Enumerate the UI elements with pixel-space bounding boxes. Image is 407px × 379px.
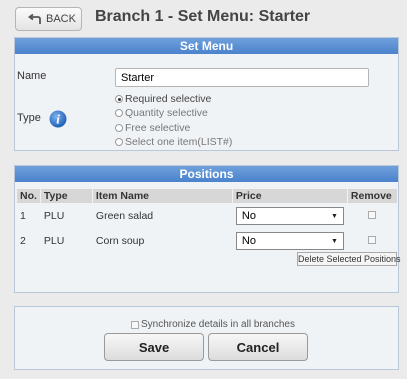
col-price: Price (232, 189, 347, 203)
name-label: Name (17, 70, 47, 82)
positions-table: No. Type Item Name Price Remove 1 PLU Gr… (16, 188, 398, 254)
remove-cell (348, 229, 397, 253)
row-type: PLU (43, 235, 65, 247)
type-option-free[interactable]: Free selective (115, 122, 190, 134)
col-type: Type (40, 189, 92, 203)
name-input[interactable] (115, 68, 369, 87)
radio-quantity[interactable] (115, 109, 123, 117)
radio-free[interactable] (115, 124, 123, 132)
dropdown-arrow-icon: ▼ (330, 237, 338, 245)
top-bar: BACK Branch 1 - Set Menu: Starter (0, 0, 407, 36)
price-cell: No ▼ (233, 229, 347, 253)
sync-checkbox[interactable] (131, 320, 139, 329)
info-icon[interactable]: i (49, 110, 67, 128)
cancel-button[interactable]: Cancel (208, 333, 308, 361)
row-item-name: Green salad (95, 210, 154, 222)
price-cell: No ▼ (233, 204, 347, 228)
back-button[interactable]: BACK (15, 7, 82, 31)
type-option-required[interactable]: Required selective (115, 93, 211, 105)
footer-panel: Synchronize details in all branches Save… (14, 306, 399, 370)
type-option-label: Quantity selective (125, 107, 208, 119)
remove-checkbox[interactable] (368, 211, 377, 219)
radio-list[interactable] (115, 138, 123, 146)
row-no: 2 (20, 235, 26, 247)
price-select-value: No (241, 210, 256, 222)
set-menu-panel: Set Menu Name Type i Required selective … (14, 37, 399, 151)
back-button-label: BACK (46, 13, 76, 25)
save-button[interactable]: Save (104, 333, 204, 361)
table-row: 2 PLU Corn soup No ▼ (17, 229, 397, 253)
svg-text:i: i (56, 112, 60, 127)
col-item-name: Item Name (92, 189, 232, 203)
price-select[interactable]: No ▼ (235, 207, 344, 225)
radio-required[interactable] (115, 95, 123, 103)
table-header-row: No. Type Item Name Price Remove (17, 189, 397, 203)
delete-selected-positions-button[interactable]: Delete Selected Positions (297, 252, 401, 266)
row-type: PLU (43, 210, 65, 222)
type-option-list[interactable]: Select one item(LIST#) (115, 136, 232, 148)
remove-checkbox[interactable] (368, 236, 377, 244)
price-select-value: No (241, 235, 256, 247)
page-title: Branch 1 - Set Menu: Starter (95, 8, 311, 25)
table-row: 1 PLU Green salad No ▼ (17, 204, 397, 228)
type-option-label: Free selective (125, 122, 191, 134)
sync-row[interactable]: Synchronize details in all branches (131, 319, 295, 330)
col-remove: Remove (347, 189, 397, 203)
type-label: Type (17, 112, 41, 124)
type-option-quantity[interactable]: Quantity selective (115, 107, 208, 119)
remove-cell (348, 204, 397, 228)
positions-header: Positions (15, 166, 398, 182)
col-no: No. (17, 189, 40, 203)
set-menu-header: Set Menu (15, 38, 398, 54)
row-item-name: Corn soup (95, 235, 145, 247)
dropdown-arrow-icon: ▼ (330, 212, 338, 220)
row-no: 1 (20, 210, 26, 222)
type-option-label: Required selective (125, 93, 212, 105)
back-arrow-icon (28, 13, 41, 24)
price-select[interactable]: No ▼ (235, 232, 344, 250)
sync-label: Synchronize details in all branches (141, 319, 295, 330)
type-option-label: Select one item(LIST#) (125, 136, 233, 148)
positions-panel: Positions No. Type Item Name Price Remov… (14, 165, 401, 293)
